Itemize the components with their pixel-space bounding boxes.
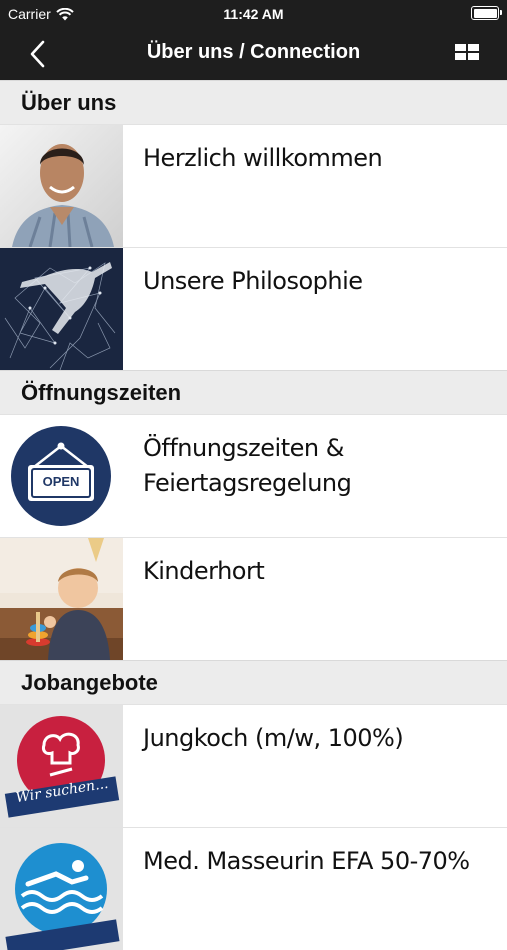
list-item-jungkoch[interactable]: Wir suchen... Jungkoch (m/w, 100%) — [0, 704, 507, 827]
list-item-oeffnungszeiten[interactable]: OPEN Öffnungszeiten & Feiertagsregelung — [0, 414, 507, 537]
list-item-label: Unsere Philosophie — [143, 267, 363, 295]
clock: 11:42 AM — [223, 6, 284, 22]
chevron-left-icon[interactable] — [24, 38, 52, 70]
portrait-image — [0, 125, 123, 247]
open-sign-image: OPEN — [0, 415, 123, 537]
list-item-label: Kinderhort — [143, 557, 265, 585]
list-item-label: Med. Masseurin EFA 50-70% — [143, 847, 470, 875]
section-header-ueber-uns: Über uns — [0, 80, 507, 124]
open-sign-label: OPEN — [42, 474, 80, 489]
status-bar: Carrier 11:42 AM — [0, 0, 507, 28]
section-header-jobangebote: Jobangebote — [0, 660, 507, 704]
section-header-oeffnungszeiten: Öffnungszeiten — [0, 370, 507, 414]
battery-icon — [471, 6, 502, 20]
list-item-herzlich-willkommen[interactable]: Herzlich willkommen — [0, 124, 507, 247]
swimmer-image — [0, 828, 123, 950]
wir-suchen-image: Wir suchen... — [0, 705, 123, 827]
dancer-image — [0, 248, 123, 370]
list-item-masseurin[interactable]: Med. Masseurin EFA 50-70% — [0, 827, 507, 950]
child-image — [0, 538, 123, 660]
navigation-bar: Carrier 11:42 AM Über uns / Connection — [0, 0, 507, 80]
list-item-unsere-philosophie[interactable]: Unsere Philosophie — [0, 247, 507, 370]
list-item-label: Herzlich willkommen — [143, 144, 383, 172]
list-item-label: Jungkoch (m/w, 100%) — [143, 724, 404, 752]
grid-icon[interactable] — [455, 42, 479, 66]
list-item-kinderhort[interactable]: Kinderhort — [0, 537, 507, 660]
page-title: Über uns / Connection — [146, 41, 361, 63]
list-item-label: Öffnungszeiten & Feiertagsregelung — [143, 434, 352, 497]
